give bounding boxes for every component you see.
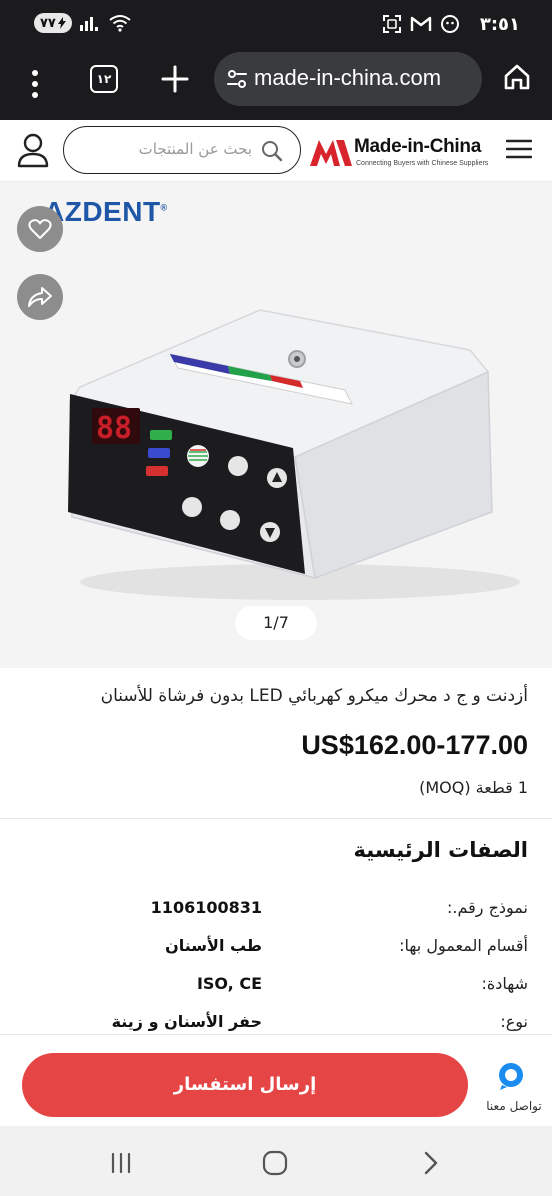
attribute-value: 1106100831 — [150, 898, 262, 917]
chat-icon — [499, 1063, 523, 1090]
menu-dots-icon[interactable] — [26, 66, 44, 102]
attribute-row: شهادة: ISO, CE — [24, 974, 528, 1004]
heart-icon — [28, 219, 52, 239]
product-image: 88 — [68, 309, 520, 600]
signal-icon — [79, 17, 98, 31]
attribute-row: أقسام المعمول بها: طب الأسنان — [24, 936, 528, 966]
attribute-value: ISO, CE — [196, 974, 262, 993]
svg-text:88: 88 — [96, 411, 132, 446]
attribute-value: حفر الأسنان و زينة — [111, 1012, 262, 1031]
plus-icon[interactable] — [158, 62, 192, 96]
address-bar[interactable]: made-in-china.com — [214, 52, 482, 106]
product-title: أزدنت و ج د محرك ميكرو كهربائي LED بدون … — [100, 686, 528, 706]
site-logo[interactable]: Made-in-China Connecting Buyers with Chi… — [310, 130, 488, 174]
hamburger-icon[interactable] — [506, 138, 532, 160]
status-right-icons — [382, 14, 460, 34]
url-text: made-in-china.com — [254, 65, 442, 90]
tab-count: ١٢ — [96, 72, 112, 86]
attribute-key: نوع: — [500, 1012, 528, 1031]
wifi-icon — [109, 15, 131, 32]
home-icon[interactable] — [502, 62, 532, 92]
attribute-key: نموذج رقم.: — [446, 898, 528, 917]
attributes-title: الصفات الرئيسية — [353, 838, 528, 862]
browser-toolbar: ١٢ made-in-china.com — [0, 50, 552, 120]
status-time: ٣:٥١ — [479, 14, 520, 35]
user-icon[interactable] — [16, 132, 50, 168]
contact-us-button[interactable]: تواصل معنا — [478, 1053, 548, 1123]
site-settings-icon[interactable] — [226, 68, 248, 90]
logo-mark-icon — [310, 140, 352, 166]
system-nav-bar — [0, 1126, 552, 1196]
logo-tagline: Connecting Buyers with Chinese Suppliers — [356, 160, 489, 167]
search-placeholder: بحث عن المنتجات — [138, 140, 252, 158]
status-bar: ٧٧ ٣:٥١ — [0, 0, 552, 50]
attribute-value: طب الأسنان — [165, 936, 262, 955]
search-icon[interactable] — [260, 139, 284, 163]
share-button[interactable] — [17, 274, 63, 320]
battery-level: ٧٧ — [40, 15, 56, 31]
brand-logo: AZDENT® — [44, 196, 168, 227]
logo-name: Made-in-China — [354, 136, 481, 157]
notification-icon — [441, 15, 459, 33]
attribute-row: نموذج رقم.: 1106100831 — [24, 898, 528, 928]
send-inquiry-button[interactable]: إرسال استفسار — [22, 1053, 468, 1117]
section-divider — [0, 818, 552, 819]
attribute-key: أقسام المعمول بها: — [399, 936, 528, 955]
search-input[interactable]: بحث عن المنتجات — [63, 126, 301, 174]
home-circle-icon[interactable] — [260, 1148, 290, 1178]
contact-us-label: تواصل معنا — [486, 1099, 542, 1113]
screenshot-icon — [383, 15, 401, 33]
product-moq: 1 قطعة (MOQ) — [419, 778, 528, 797]
recents-icon[interactable] — [106, 1148, 136, 1178]
status-left-icons: ٧٧ — [34, 13, 132, 33]
product-price: US$162.00-177.00 — [301, 730, 528, 760]
bottom-action-bar: إرسال استفسار تواصل معنا — [0, 1034, 552, 1126]
battery-icon: ٧٧ — [34, 13, 72, 33]
share-icon — [28, 287, 52, 307]
tabs-icon[interactable]: ١٢ — [90, 65, 118, 93]
favorite-button[interactable] — [17, 206, 63, 252]
gmail-icon — [410, 16, 432, 31]
image-counter: 1/7 — [235, 606, 317, 640]
product-image-gallery[interactable]: 88 AZDENT® 1/7 — [0, 182, 552, 668]
back-icon[interactable] — [416, 1148, 446, 1178]
attribute-key: شهادة: — [481, 974, 528, 993]
site-header: بحث عن المنتجات Made-in-China Connecting… — [0, 120, 552, 182]
